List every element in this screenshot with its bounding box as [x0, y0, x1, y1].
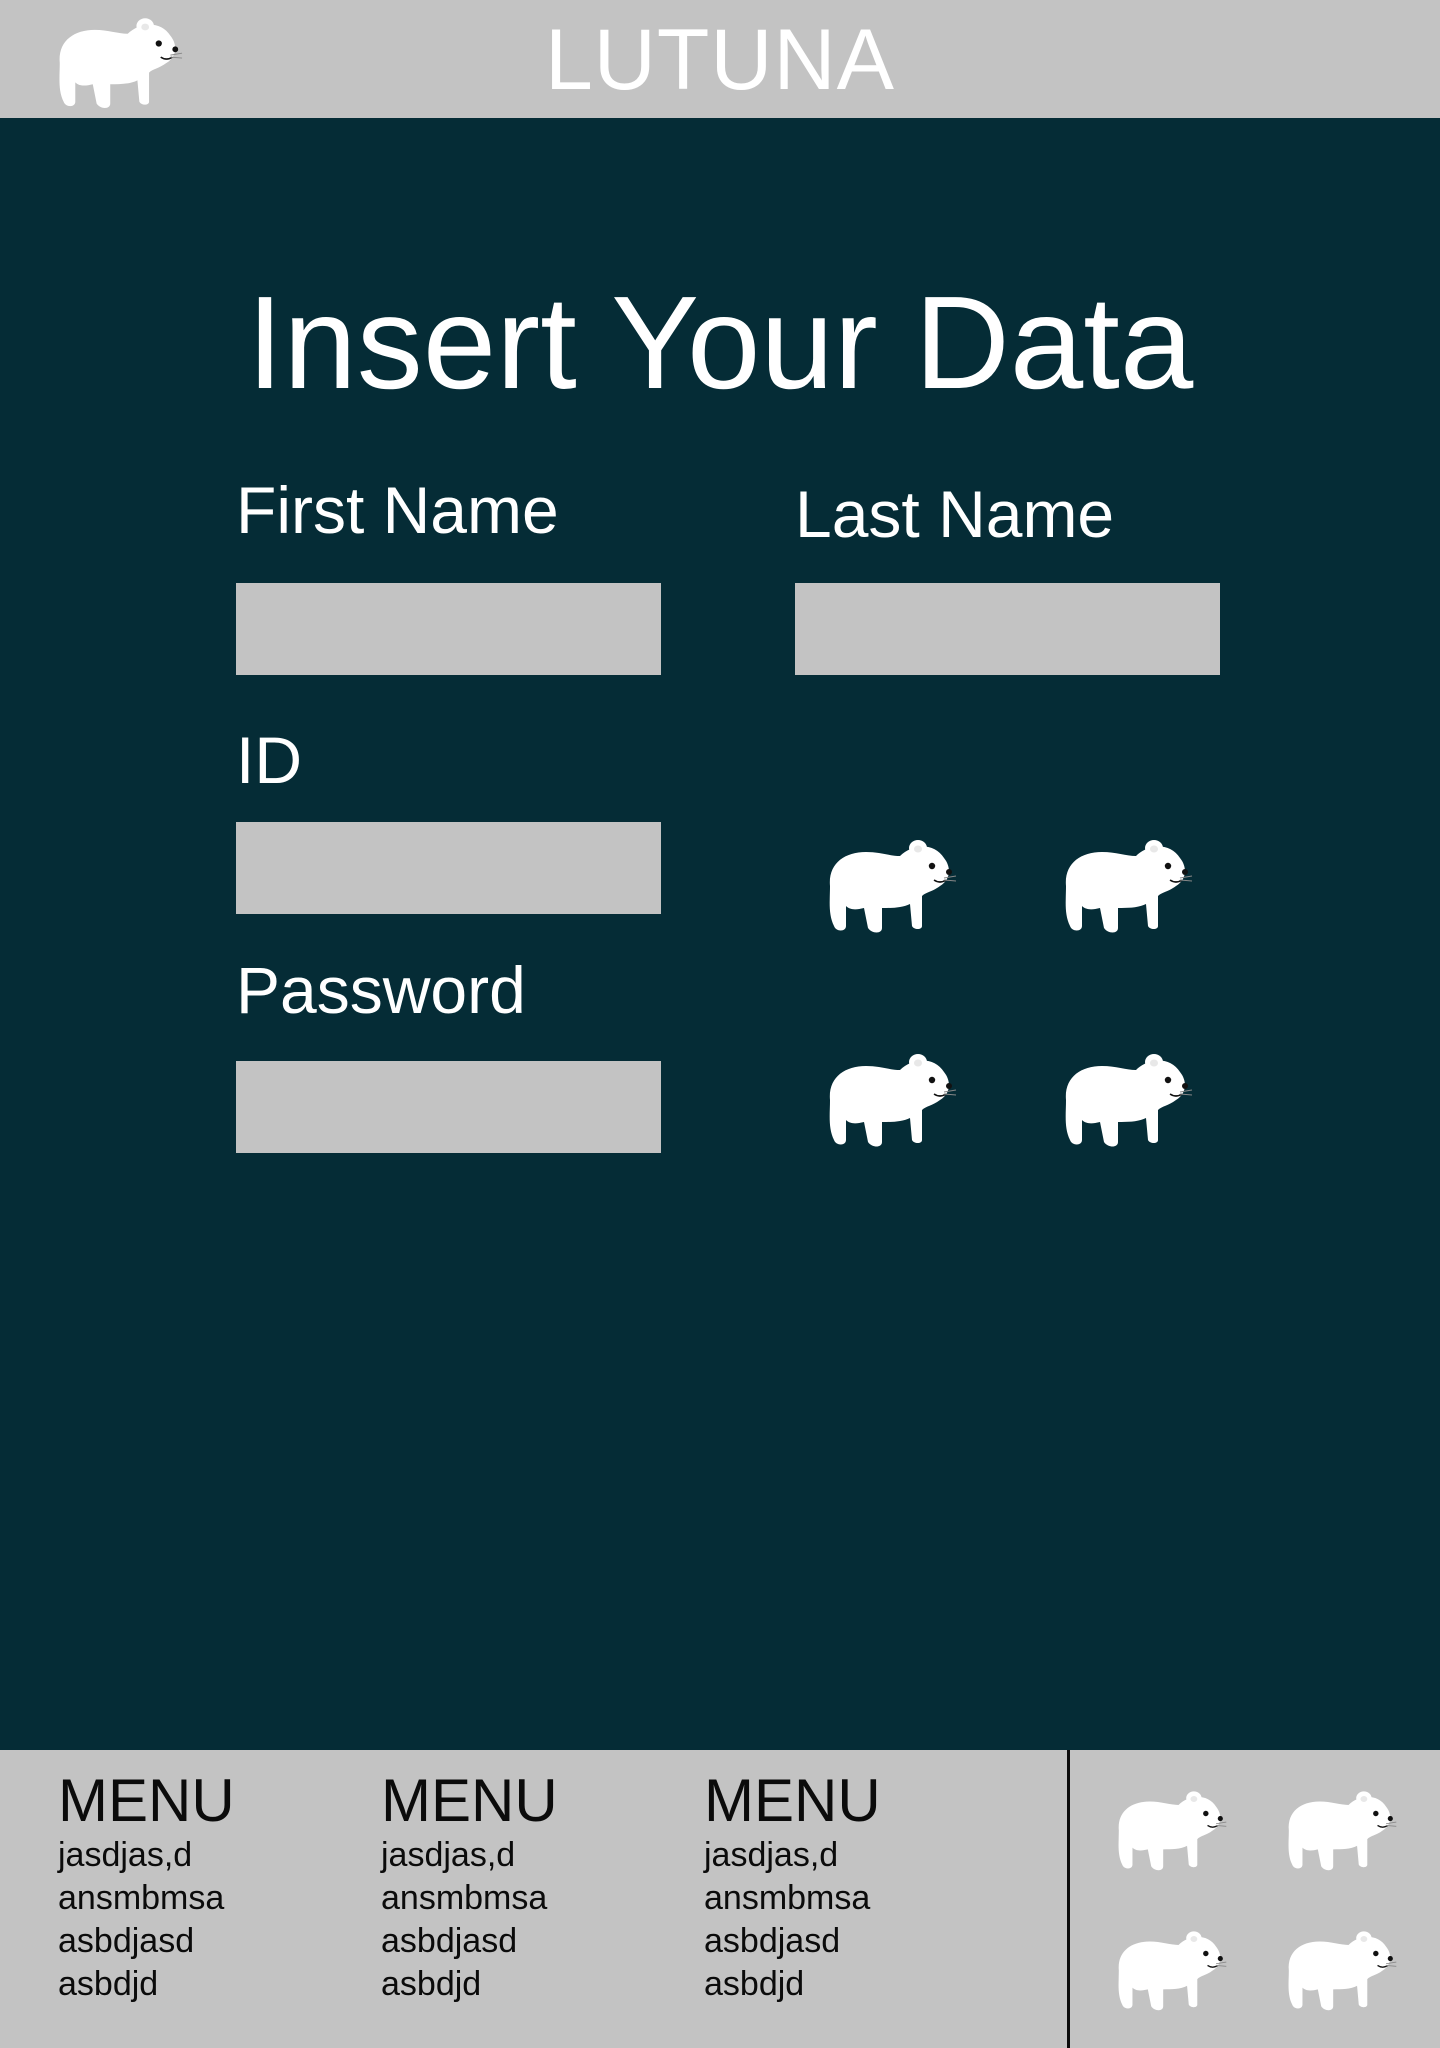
last-name-input[interactable]	[795, 583, 1220, 675]
footer-menu-link[interactable]: asbdjasd	[381, 1920, 681, 1963]
footer-menu-link[interactable]: jasdjas,d	[704, 1834, 1004, 1877]
main-content: Insert Your Data First Name Last Name ID…	[0, 118, 1440, 1750]
footer-menu-title: MENU	[381, 1767, 558, 1834]
footer-menu-link[interactable]: ansmbmsa	[381, 1877, 681, 1920]
polar-bear-icon	[1282, 1922, 1398, 2014]
footer: MENU jasdjas,d ansmbmsa asbdjasd asbdjd …	[0, 1750, 1440, 2048]
polar-bear-icon	[822, 830, 958, 936]
app-title: LUTUNA	[544, 12, 896, 108]
polar-bear-icon	[1058, 830, 1194, 936]
page-title: Insert Your Data	[246, 269, 1194, 416]
polar-bear-icon	[1112, 1922, 1228, 2014]
header-bar: LUTUNA	[0, 0, 1440, 118]
id-label: ID	[236, 723, 302, 797]
footer-menu-link[interactable]: ansmbmsa	[704, 1877, 1004, 1920]
footer-menu-title: MENU	[704, 1767, 881, 1834]
footer-menu: MENU jasdjas,d ansmbmsa asbdjasd asbdjd	[381, 1768, 681, 2006]
footer-divider	[1067, 1750, 1070, 2048]
polar-bear-icon	[822, 1044, 958, 1150]
polar-bear-icon	[1282, 1782, 1398, 1874]
footer-menu-link[interactable]: jasdjas,d	[381, 1834, 681, 1877]
footer-menu-link[interactable]: jasdjas,d	[58, 1834, 358, 1877]
last-name-label: Last Name	[795, 477, 1115, 551]
first-name-input[interactable]	[236, 583, 661, 675]
footer-menu-link[interactable]: asbdjasd	[58, 1920, 358, 1963]
footer-menu: MENU jasdjas,d ansmbmsa asbdjasd asbdjd	[58, 1768, 358, 2006]
footer-menu: MENU jasdjas,d ansmbmsa asbdjasd asbdjd	[704, 1768, 1004, 2006]
footer-menu-title: MENU	[58, 1767, 235, 1834]
id-input[interactable]	[236, 822, 661, 914]
password-input[interactable]	[236, 1061, 661, 1153]
footer-menu-link[interactable]: asbdjd	[704, 1963, 1004, 2006]
footer-menu-link[interactable]: asbdjasd	[704, 1920, 1004, 1963]
footer-menu-link[interactable]: asbdjd	[381, 1963, 681, 2006]
polar-bear-icon	[1112, 1782, 1228, 1874]
password-label: Password	[236, 953, 526, 1027]
polar-bear-icon	[1058, 1044, 1194, 1150]
footer-menu-link[interactable]: ansmbmsa	[58, 1877, 358, 1920]
first-name-label: First Name	[236, 473, 559, 547]
footer-menu-link[interactable]: asbdjd	[58, 1963, 358, 2006]
